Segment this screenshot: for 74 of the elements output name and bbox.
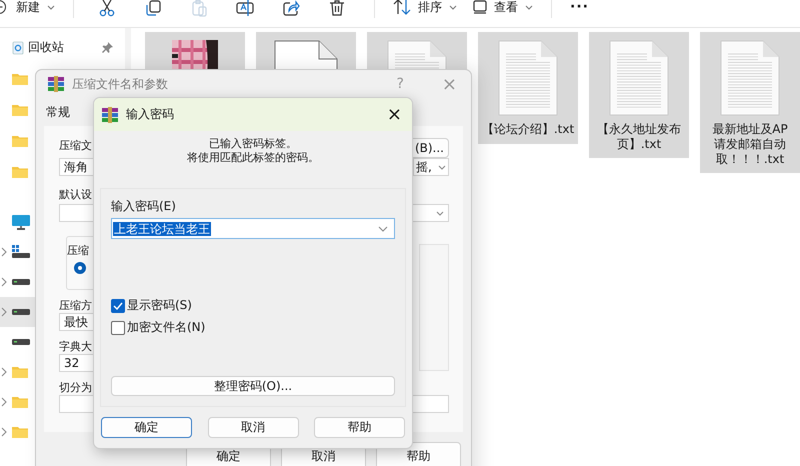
field-label: 默认设 bbox=[59, 187, 92, 202]
radio-button[interactable] bbox=[74, 262, 86, 274]
chevron-icon bbox=[436, 210, 444, 216]
group-label: 压缩 bbox=[67, 243, 89, 258]
checkbox[interactable] bbox=[111, 298, 125, 312]
copy-icon[interactable] bbox=[144, 0, 162, 16]
chevron-icon[interactable] bbox=[1, 307, 7, 317]
folder-icon bbox=[12, 72, 28, 84]
chevron-icon[interactable] bbox=[1, 367, 7, 377]
folder-icon bbox=[12, 166, 28, 178]
password-field[interactable]: 上老王论坛当老王 bbox=[111, 218, 395, 239]
close-button[interactable]: × bbox=[382, 104, 406, 125]
general-tab[interactable]: 常规 bbox=[46, 102, 70, 123]
monitor-icon bbox=[12, 214, 30, 230]
text-file-icon bbox=[720, 40, 780, 116]
folder-icon bbox=[12, 366, 28, 378]
file-name: 最新地址及AP请发邮箱自动取！！！.txt bbox=[711, 122, 789, 167]
field-label: 压缩方 bbox=[59, 298, 92, 313]
file-tile[interactable]: 最新地址及AP请发邮箱自动取！！！.txt bbox=[700, 32, 800, 173]
dialog-title: 压缩文件名和参数 bbox=[72, 76, 168, 92]
organize-passwords-button[interactable]: 整理密码(O)... bbox=[111, 376, 395, 396]
checkbox[interactable] bbox=[111, 320, 125, 334]
file-tile[interactable]: 【论坛介绍】.txt bbox=[478, 32, 578, 144]
sort-button[interactable]: 排序 bbox=[385, 0, 465, 14]
chevron-icon[interactable] bbox=[1, 427, 7, 437]
drive-icon bbox=[12, 279, 30, 285]
share-icon[interactable] bbox=[282, 0, 300, 16]
file-name: 【永久地址发布页】.txt bbox=[596, 122, 682, 152]
file-tile[interactable]: 【永久地址发布页】.txt bbox=[589, 32, 689, 158]
text-file-icon bbox=[609, 40, 669, 116]
archive-app-icon bbox=[102, 106, 118, 122]
sidebar-item[interactable]: 回收站 bbox=[0, 32, 121, 63]
new-button[interactable]: 新建 bbox=[0, 0, 63, 14]
folder-icon bbox=[12, 396, 28, 408]
file-name: 【论坛介绍】.txt bbox=[480, 122, 576, 137]
dialog-button[interactable]: 确定 bbox=[101, 417, 192, 438]
folder-icon bbox=[12, 134, 28, 146]
field-label: 压缩文 bbox=[59, 138, 92, 153]
dialog-button[interactable]: 帮助 bbox=[314, 417, 405, 438]
caret-icon bbox=[47, 4, 55, 10]
dialog-title: 输入密码 bbox=[126, 106, 174, 123]
drive-icon bbox=[12, 339, 30, 345]
drive-icon bbox=[12, 309, 30, 315]
recycle-bin-icon bbox=[12, 40, 24, 54]
pin-icon[interactable] bbox=[102, 42, 113, 53]
info-text: 将使用匹配此标签的密码。 bbox=[187, 151, 319, 165]
text-file-icon bbox=[498, 40, 558, 116]
delete-icon[interactable] bbox=[328, 0, 346, 16]
chevron-icon[interactable] bbox=[1, 277, 7, 287]
field-label: 字典大 bbox=[59, 339, 92, 354]
folder-icon bbox=[12, 104, 28, 116]
view-icon bbox=[473, 0, 487, 14]
checkbox-label: 显示密码(S) bbox=[127, 297, 192, 314]
system-drive-icon bbox=[12, 245, 30, 259]
folder-icon bbox=[12, 426, 28, 438]
chevron-icon[interactable] bbox=[1, 247, 7, 257]
checkbox-label: 加密文件名(N) bbox=[127, 319, 206, 336]
caret-icon bbox=[525, 4, 533, 10]
chevron-icon[interactable] bbox=[1, 397, 7, 407]
chevron-icon bbox=[378, 226, 388, 232]
password-label: 输入密码(E) bbox=[111, 198, 177, 215]
plus-icon bbox=[0, 0, 9, 14]
more-button[interactable]: ··· bbox=[562, 0, 597, 14]
update-mode-dropdown[interactable]: 摇, bbox=[413, 158, 449, 176]
dialog-button[interactable]: 取消 bbox=[208, 417, 298, 438]
chevron-icon bbox=[438, 164, 446, 170]
sort-icon bbox=[393, 0, 411, 15]
field-label: 切分为 bbox=[59, 380, 92, 395]
rename-icon[interactable] bbox=[236, 0, 254, 16]
archive-app-icon bbox=[48, 76, 64, 92]
cut-icon[interactable] bbox=[98, 0, 116, 16]
caret-icon bbox=[449, 4, 457, 10]
view-button[interactable]: 查看 bbox=[465, 0, 541, 14]
info-text: 已输入密码标签。 bbox=[209, 137, 297, 151]
